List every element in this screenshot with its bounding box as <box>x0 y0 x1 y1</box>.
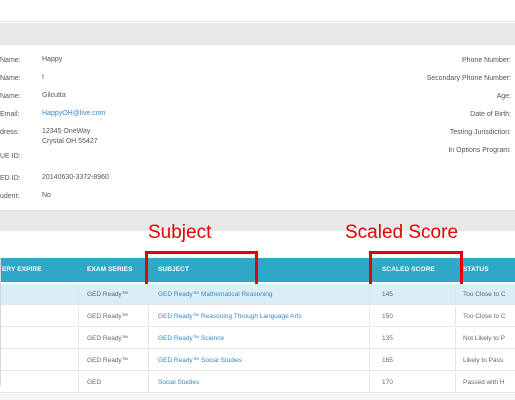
cell-score: 145 <box>382 291 393 298</box>
cell-status: Not Likely to P <box>463 335 505 342</box>
ue-id-label: UE ID: <box>0 153 21 160</box>
column-divider <box>369 306 370 327</box>
cell-status: Too Close to C <box>463 313 506 320</box>
column-divider <box>148 328 149 349</box>
column-divider <box>369 284 370 305</box>
cell-subject[interactable]: GED Ready™ Mathematical Reasoning <box>158 284 273 305</box>
profile-header-bar <box>0 23 515 45</box>
table-row[interactable]: GED Ready™ GED Ready™ Science 135 Not Likel… <box>0 328 515 349</box>
cell-score: 165 <box>382 357 393 364</box>
student-label: udent: <box>0 193 20 200</box>
column-divider <box>369 372 370 393</box>
screenshot-frame: Name: Happy Name: I Name: Gilcutta Email… <box>0 0 515 400</box>
cell-series: GED Ready™ <box>87 335 129 342</box>
column-divider <box>455 350 456 371</box>
first-name-value: Happy <box>42 56 63 63</box>
last-name-label: Name: <box>0 93 21 100</box>
column-divider <box>148 284 149 305</box>
col-header-expire[interactable]: ERY EXPIRE <box>2 258 42 282</box>
dob-label: Date of Birth: <box>470 111 511 118</box>
cell-status: Likely to Pass <box>463 357 504 364</box>
cell-score: 150 <box>382 313 393 320</box>
column-divider <box>78 284 79 305</box>
student-value: No <box>42 192 51 199</box>
phone-number-label: Phone Number: <box>461 57 511 64</box>
cell-series: GED <box>87 379 102 386</box>
column-divider <box>455 284 456 305</box>
subject-annotation: Subject <box>148 222 212 243</box>
table-footer-space <box>0 394 515 400</box>
table-left-border <box>0 258 1 386</box>
cell-status: Passed with H <box>463 379 505 386</box>
last-name-value: Gilcutta <box>42 92 66 99</box>
table-row[interactable]: GED Social Studies 170 Passed with H <box>0 372 515 393</box>
table-row[interactable]: GED Ready™ GED Ready™ Mathematical Reason… <box>0 284 515 305</box>
column-divider <box>369 328 370 349</box>
address-label: dress: <box>0 129 20 136</box>
address-line1: 12345 OneWay <box>42 128 91 135</box>
column-divider <box>455 328 456 349</box>
column-divider <box>78 328 79 349</box>
scaled-score-annotation: Scaled Score <box>345 222 459 243</box>
testing-jurisdiction-label: Testing Jurisdiction: <box>449 129 511 136</box>
cell-subject[interactable]: GED Ready™ Social Studies <box>158 350 242 371</box>
cell-subject[interactable]: GED Ready™ Reasoning Through Language Ar… <box>158 306 302 327</box>
secondary-phone-label: Secondary Phone Number: <box>426 75 511 82</box>
top-strip <box>0 0 515 22</box>
column-divider <box>455 372 456 393</box>
cell-series: GED Ready™ <box>87 357 129 364</box>
column-divider <box>148 306 149 327</box>
email-link[interactable]: HappyOH@live.com <box>42 109 106 119</box>
cell-status: Too Close to C <box>463 291 506 298</box>
address-line2: Crystal OH 55427 <box>42 138 98 145</box>
column-divider <box>369 350 370 371</box>
column-divider <box>78 372 79 393</box>
cell-series: GED Ready™ <box>87 313 129 320</box>
options-program-label: In Options Program: <box>448 147 511 154</box>
column-divider <box>455 306 456 327</box>
cell-score: 135 <box>382 335 393 342</box>
age-label: Age: <box>496 93 511 100</box>
first-name-label: Name: <box>0 57 21 64</box>
cell-series: GED Ready™ <box>87 291 129 298</box>
table-row[interactable]: GED Ready™ GED Ready™ Reasoning Through L… <box>0 306 515 327</box>
cell-score: 170 <box>382 379 393 386</box>
table-row[interactable]: GED Ready™ GED Ready™ Social Studies 165 Li… <box>0 350 515 371</box>
middle-name-label: Name: <box>0 75 21 82</box>
cell-subject[interactable]: GED Ready™ Science <box>158 328 224 349</box>
email-label: Email: <box>0 111 20 118</box>
col-header-status[interactable]: STATUS <box>463 258 489 282</box>
column-divider <box>148 350 149 371</box>
ged-id-value: 20140630-3372-8960 <box>42 174 109 181</box>
col-header-exam-series[interactable]: EXAM SERIES <box>87 258 133 282</box>
middle-name-value: I <box>42 74 44 81</box>
ged-id-label: ED ID: <box>0 175 21 182</box>
column-divider <box>148 372 149 393</box>
cell-subject[interactable]: Social Studies <box>158 372 199 393</box>
column-divider <box>78 350 79 371</box>
column-divider <box>78 306 79 327</box>
